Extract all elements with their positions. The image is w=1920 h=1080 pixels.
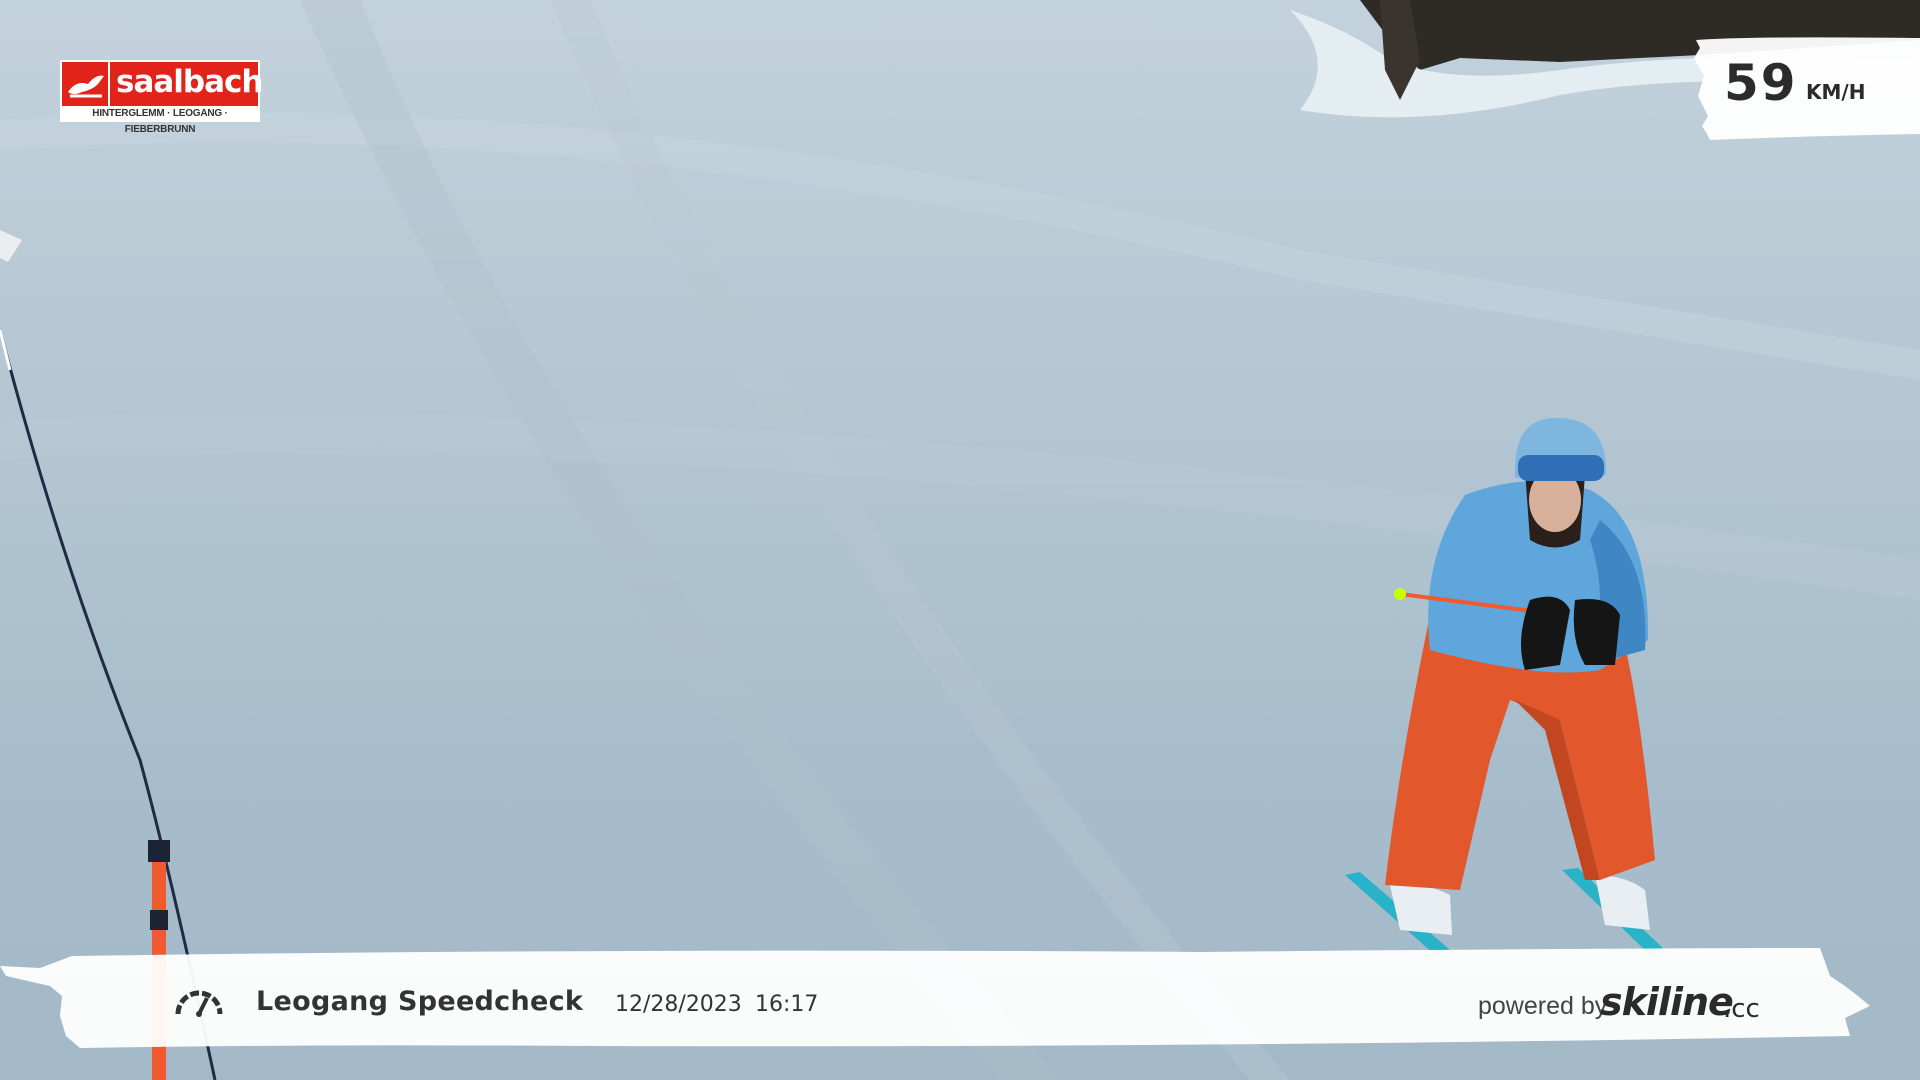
logo-name: saalbach — [116, 64, 263, 100]
webcam-view: saalbach HINTERGLEMM · LEOGANG · FIEBERB… — [0, 0, 1920, 1080]
capture-time: 16:17 — [755, 992, 819, 1017]
skiline-brand: skiline — [1600, 980, 1734, 1024]
speedometer-icon — [174, 986, 224, 1018]
speed-badge: 59 KM/H — [1688, 36, 1920, 142]
speed-value: 59 — [1724, 54, 1798, 112]
logo-mark-icon — [62, 62, 110, 106]
logo-tagline: HINTERGLEMM · LEOGANG · FIEBERBRUNN — [92, 108, 228, 135]
saalbach-logo: saalbach HINTERGLEMM · LEOGANG · FIEBERB… — [60, 60, 263, 135]
skiline-tld: .cc — [1723, 994, 1760, 1024]
location-title: Leogang Speedcheck — [256, 986, 584, 1017]
powered-by-label: powered by — [1478, 992, 1608, 1020]
slope-scene — [0, 0, 1920, 1080]
speed-unit: KM/H — [1806, 80, 1866, 104]
capture-date: 12/28/2023 — [615, 992, 742, 1017]
info-bar: Leogang Speedcheck 12/28/2023 16:17 powe… — [0, 936, 1920, 1056]
